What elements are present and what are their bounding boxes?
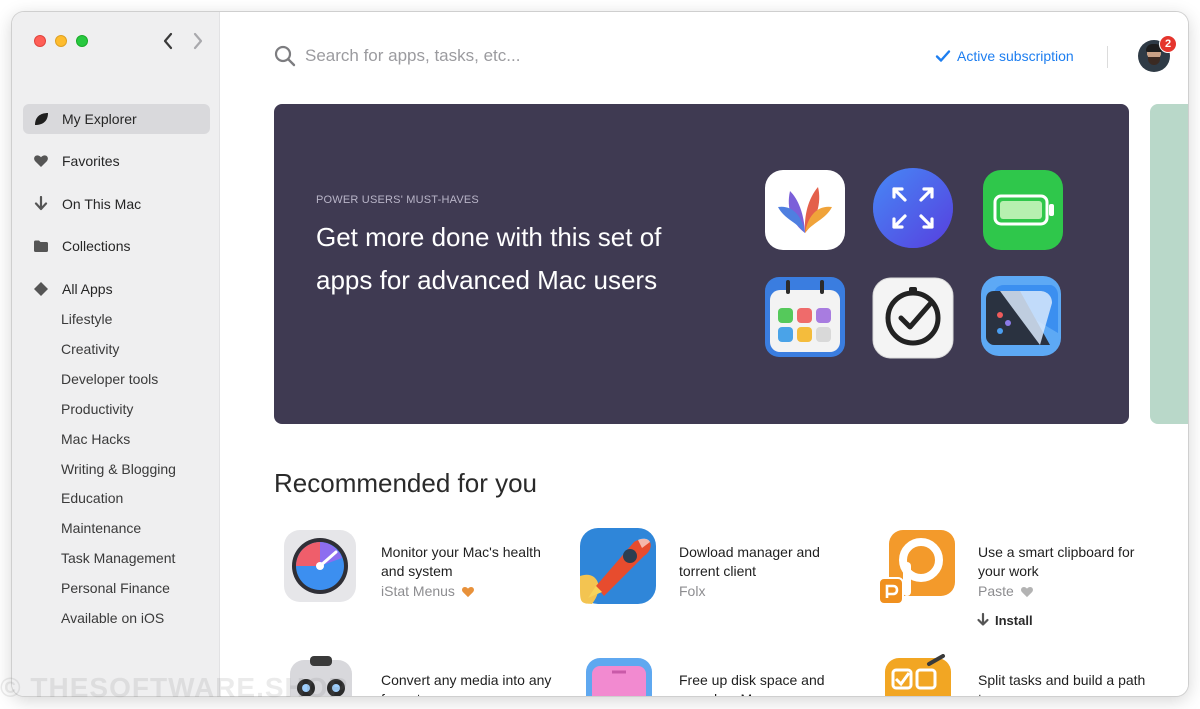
rec-description: Use a smart clipboard for your work xyxy=(978,544,1135,579)
install-button[interactable]: Install xyxy=(975,612,1033,628)
checkmark-icon xyxy=(935,50,951,62)
sidebar-item-favorites[interactable]: Favorites xyxy=(23,146,210,176)
sidebar-item-label: My Explorer xyxy=(62,111,137,127)
back-button[interactable] xyxy=(157,29,179,53)
sidebar-item-collections[interactable]: Collections xyxy=(23,231,210,261)
rec-app-name: Paste xyxy=(978,583,1034,599)
category-lifestyle[interactable]: Lifestyle xyxy=(61,311,112,327)
category-personal-finance[interactable]: Personal Finance xyxy=(61,580,170,596)
category-education[interactable]: Education xyxy=(61,490,123,506)
leaf-icon xyxy=(32,110,50,128)
hero-eyebrow: POWER USERS' MUST-HAVES xyxy=(316,194,479,206)
zoom-window-button[interactable] xyxy=(76,35,88,47)
disk-cleaner-icon xyxy=(578,654,658,696)
subscription-label: Active subscription xyxy=(957,48,1074,64)
rec-description: Convert any media into any format xyxy=(381,672,552,696)
checkmark-clock-icon xyxy=(872,277,954,359)
sidebar-item-label: On This Mac xyxy=(62,196,142,212)
sidebar-item-label: All Apps xyxy=(62,281,113,297)
next-banner-peek[interactable] xyxy=(1150,104,1188,424)
category-productivity[interactable]: Productivity xyxy=(61,401,133,417)
chevron-left-icon xyxy=(163,32,173,50)
notification-badge: 2 xyxy=(1159,35,1177,53)
category-mac-hacks[interactable]: Mac Hacks xyxy=(61,431,130,447)
sidebar-item-label: Favorites xyxy=(62,153,120,169)
heart-icon[interactable] xyxy=(1020,585,1034,598)
heart-icon xyxy=(32,152,50,170)
section-title: Recommended for you xyxy=(274,468,538,498)
main-content: Active subscription 2 POWER USERS' MUST-… xyxy=(221,12,1188,696)
forward-button[interactable] xyxy=(187,29,209,53)
avatar[interactable]: 2 xyxy=(1138,35,1177,72)
search-icon xyxy=(274,45,296,67)
category-writing-blogging[interactable]: Writing & Blogging xyxy=(61,461,176,477)
heart-icon[interactable] xyxy=(461,585,475,598)
sidebar-item-on-this-mac[interactable]: On This Mac xyxy=(23,189,210,219)
rec-item-istat-menus[interactable]: Monitor your Mac's health and system iSt… xyxy=(280,526,560,616)
hero-title: Get more done with this set of apps for … xyxy=(316,222,662,295)
category-developer-tools[interactable]: Developer tools xyxy=(61,371,158,387)
battery-icon xyxy=(982,169,1064,251)
chevron-right-icon xyxy=(193,32,203,50)
ui-layers-icon xyxy=(980,275,1062,357)
rec-item-disk-cleaner[interactable]: Free up disk space and speed up Mac xyxy=(578,654,858,696)
rec-app-name: Folx xyxy=(679,583,706,599)
rec-item-task-splitter[interactable]: Split tasks and build a path to success xyxy=(877,654,1157,696)
category-available-on-ios[interactable]: Available on iOS xyxy=(61,610,164,626)
rec-app-name: iStat Menus xyxy=(381,583,475,599)
diamond-icon xyxy=(32,280,50,298)
checklist-icon xyxy=(877,654,957,696)
rec-description: Dowload manager and torrent client xyxy=(679,544,820,579)
gauge-icon xyxy=(280,526,360,606)
rocket-icon xyxy=(578,526,658,606)
rec-item-folx[interactable]: Dowload manager and torrent client Folx xyxy=(578,526,858,616)
expand-arrows-icon xyxy=(872,167,954,249)
rec-item-paste[interactable]: Use a smart clipboard for your work Past… xyxy=(877,526,1157,636)
rec-description: Free up disk space and speed up Mac xyxy=(679,672,825,696)
mindnode-leaf-icon xyxy=(764,169,846,251)
app-window: My Explorer Favorites On This Mac Collec… xyxy=(12,12,1188,696)
search-input[interactable] xyxy=(305,42,725,70)
calendar-grid-icon xyxy=(764,276,846,358)
category-creativity[interactable]: Creativity xyxy=(61,341,119,357)
sidebar: My Explorer Favorites On This Mac Collec… xyxy=(12,12,220,696)
sidebar-item-label: Collections xyxy=(62,238,131,254)
minimize-window-button[interactable] xyxy=(55,35,67,47)
close-window-button[interactable] xyxy=(34,35,46,47)
download-arrow-icon xyxy=(32,195,50,213)
header-divider xyxy=(1107,46,1108,68)
sidebar-item-my-explorer[interactable]: My Explorer xyxy=(23,104,210,134)
watermark: © THESOFTWARE.SHOP xyxy=(0,672,349,703)
active-subscription-link[interactable]: Active subscription xyxy=(935,48,1074,64)
category-maintenance[interactable]: Maintenance xyxy=(61,520,141,536)
sidebar-item-all-apps[interactable]: All Apps xyxy=(23,274,210,304)
rec-description: Monitor your Mac's health and system xyxy=(381,544,541,579)
rec-description: Split tasks and build a path to success xyxy=(978,672,1146,696)
folder-icon xyxy=(32,237,50,255)
paste-icon xyxy=(877,526,957,606)
download-arrow-icon xyxy=(977,612,989,626)
hero-banner[interactable]: POWER USERS' MUST-HAVES Get more done wi… xyxy=(274,104,1129,424)
category-task-management[interactable]: Task Management xyxy=(61,550,175,566)
